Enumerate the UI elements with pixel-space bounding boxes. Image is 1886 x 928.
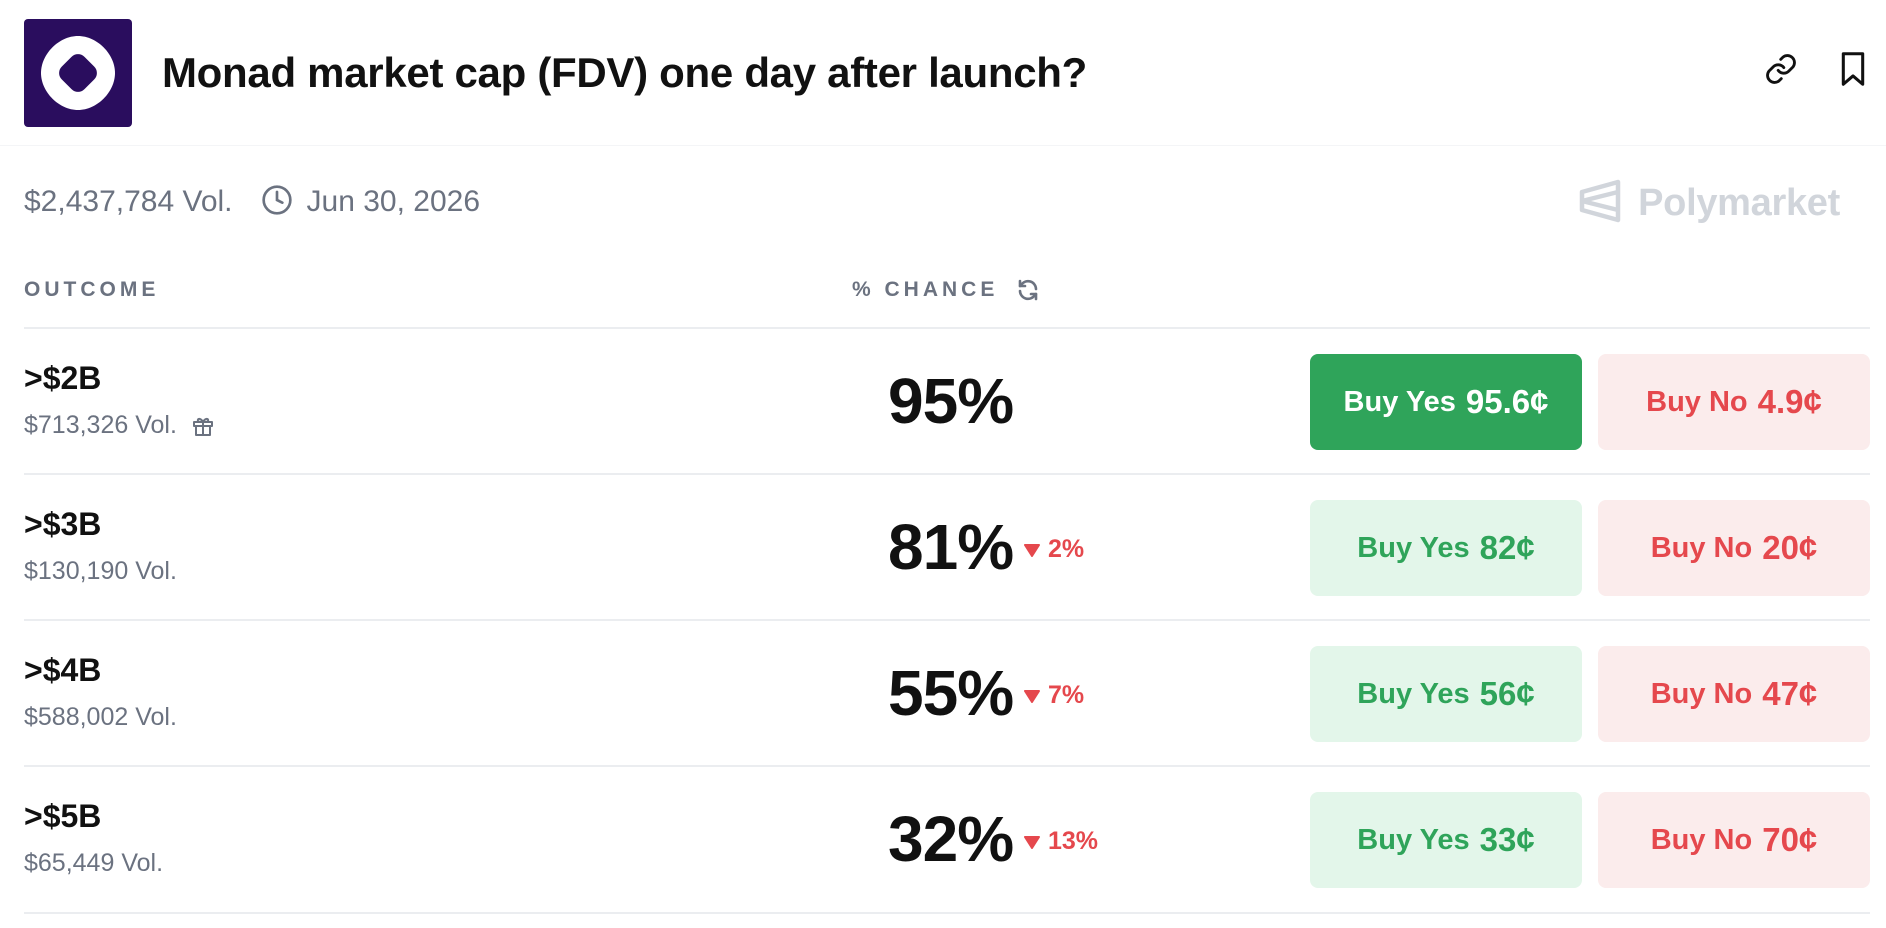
end-date-text: Jun 30, 2026: [306, 185, 481, 218]
buy-yes-price: 33¢: [1479, 821, 1535, 858]
buy-no-label: Buy No: [1650, 677, 1753, 710]
down-triangle-icon: [1024, 543, 1040, 557]
outcome-volume: $713,326 Vol.: [24, 411, 215, 440]
buy-no-label: Buy No: [1650, 531, 1753, 564]
buy-no-price: 70¢: [1762, 821, 1818, 858]
chance-header-label: % CHANCE: [852, 278, 999, 301]
down-triangle-icon: [1024, 689, 1040, 703]
buy-no-price: 20¢: [1762, 529, 1818, 566]
column-header-chance: % CHANCE: [852, 278, 1040, 302]
outcome-chance: 55%: [888, 657, 1014, 729]
chance-change: 7%: [1024, 681, 1084, 710]
outcome-chance: 95%: [888, 365, 1014, 437]
buy-no-price: 47¢: [1762, 675, 1818, 712]
buy-no-button[interactable]: Buy No 20¢: [1598, 500, 1870, 596]
buy-no-button[interactable]: Buy No 47¢: [1598, 646, 1870, 742]
buy-yes-label: Buy Yes: [1357, 823, 1470, 856]
buy-yes-price: 95.6¢: [1465, 383, 1549, 420]
outcome-volume: $130,190 Vol.: [24, 557, 177, 586]
outcome-label: >$2B: [24, 360, 102, 396]
market-title: Monad market cap (FDV) one day after lau…: [162, 49, 1087, 96]
outcome-volume-text: $65,449 Vol.: [24, 849, 164, 877]
outcome-volume-text: $130,190 Vol.: [24, 557, 177, 585]
outcome-label: >$4B: [24, 652, 102, 688]
outcome-volume-text: $588,002 Vol.: [24, 703, 177, 731]
outcome-volume: $588,002 Vol.: [24, 703, 177, 732]
buy-no-button[interactable]: Buy No 70¢: [1598, 792, 1870, 888]
monad-logo: [24, 19, 132, 127]
polymarket-brand: Polymarket: [1578, 178, 1840, 229]
chance-change-value: 2%: [1048, 535, 1085, 563]
buy-yes-button[interactable]: Buy Yes 95.6¢: [1310, 354, 1582, 450]
buy-yes-button[interactable]: Buy Yes 33¢: [1310, 792, 1582, 888]
polymarket-logo-icon: [1578, 178, 1622, 229]
header-divider: [0, 145, 1886, 146]
chance-change-value: 7%: [1048, 681, 1085, 709]
down-triangle-icon: [1024, 835, 1040, 849]
buy-yes-button[interactable]: Buy Yes 56¢: [1310, 646, 1582, 742]
outcome-label: >$5B: [24, 798, 102, 834]
buy-yes-label: Buy Yes: [1357, 677, 1470, 710]
clock-icon: [261, 184, 293, 221]
total-volume: $2,437,784 Vol.: [24, 185, 233, 218]
chance-change: 13%: [1024, 827, 1098, 856]
buy-yes-price: 56¢: [1479, 675, 1535, 712]
buy-yes-label: Buy Yes: [1357, 531, 1470, 564]
outcome-volume-text: $713,326 Vol.: [24, 411, 177, 439]
buy-yes-button[interactable]: Buy Yes 82¢: [1310, 500, 1582, 596]
outcome-row[interactable]: >$5B $65,449 Vol. 32% 13% Buy Yes 33¢ Bu…: [24, 765, 1870, 911]
outcome-row[interactable]: >$4B $588,002 Vol. 55% 7% Buy Yes 56¢ Bu…: [24, 619, 1870, 765]
buy-yes-price: 82¢: [1479, 529, 1535, 566]
market-header: Monad market cap (FDV) one day after lau…: [24, 19, 1870, 127]
outcome-volume: $65,449 Vol.: [24, 849, 163, 878]
outcome-row[interactable]: >$2B $713,326 Vol. 95% Buy Yes 95.6¢ Buy…: [24, 327, 1870, 473]
polymarket-wordmark: Polymarket: [1638, 182, 1840, 224]
refresh-icon[interactable]: [1016, 278, 1040, 302]
buy-no-price: 4.9¢: [1757, 383, 1822, 420]
outcome-label: >$3B: [24, 506, 102, 542]
link-icon[interactable]: [1764, 49, 1798, 89]
buy-no-label: Buy No: [1650, 823, 1753, 856]
outcome-chance: 32%: [888, 803, 1014, 875]
buy-yes-label: Buy Yes: [1343, 385, 1456, 418]
column-header-outcome: OUTCOME: [24, 278, 160, 301]
outcome-chance: 81%: [888, 511, 1014, 583]
gift-icon[interactable]: [191, 414, 215, 438]
bookmark-icon[interactable]: [1836, 49, 1870, 89]
buy-no-button[interactable]: Buy No 4.9¢: [1598, 354, 1870, 450]
buy-no-label: Buy No: [1646, 385, 1748, 418]
chance-change-value: 13%: [1048, 827, 1099, 855]
outcome-row[interactable]: >$3B $130,190 Vol. 81% 2% Buy Yes 82¢ Bu…: [24, 473, 1870, 619]
table-bottom-divider: [24, 912, 1870, 914]
end-date: Jun 30, 2026: [261, 184, 480, 221]
market-meta: $2,437,784 Vol. Jun 30, 2026 Polymarket: [24, 178, 1870, 226]
chance-change: 2%: [1024, 535, 1084, 564]
